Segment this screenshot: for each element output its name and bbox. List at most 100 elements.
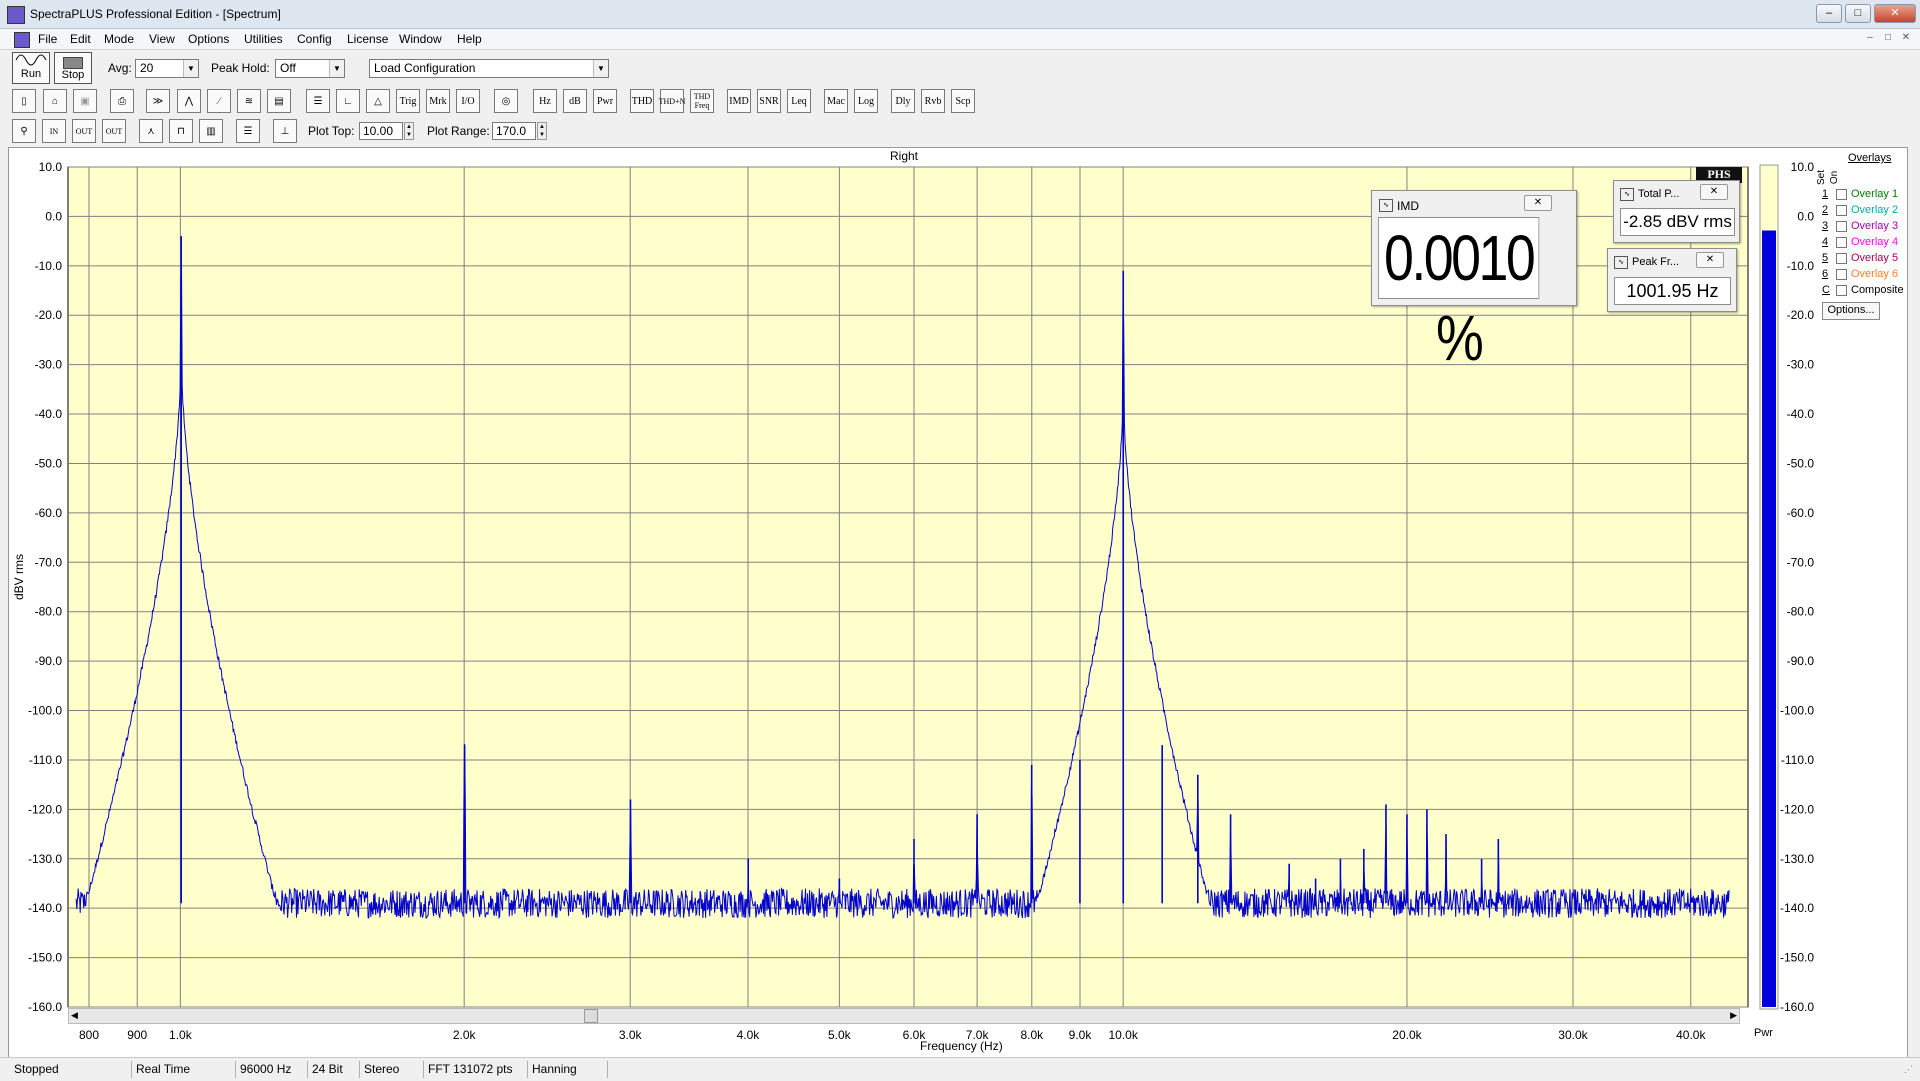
resize-grip-icon[interactable]: ⋰ xyxy=(1904,1064,1913,1075)
total-power-window[interactable]: ∿ Total P... ✕ -2.85 dBV rms xyxy=(1613,180,1740,243)
zoom-out-full-icon[interactable]: OUT xyxy=(102,119,126,143)
overlay-item[interactable]: C Composite xyxy=(1822,284,1904,296)
minimize-button[interactable]: – xyxy=(1816,4,1842,23)
thd-freq-button[interactable]: THD Freq xyxy=(690,89,714,113)
menu-mode[interactable]: Mode xyxy=(104,32,134,46)
avg-select[interactable]: 20 ▼ xyxy=(135,59,199,78)
document-icon[interactable] xyxy=(14,32,30,48)
display-options-icon[interactable]: ☰ xyxy=(236,119,260,143)
overlay-checkbox[interactable] xyxy=(1836,284,1847,296)
overlay-options-button[interactable]: Options... xyxy=(1822,302,1880,320)
overlay-item[interactable]: 3 Overlay 3 xyxy=(1822,220,1898,232)
overlay-item[interactable]: 1 Overlay 1 xyxy=(1822,188,1898,200)
thd-n-button[interactable]: THD+N xyxy=(659,89,685,113)
mdi-minimize-button[interactable]: – xyxy=(1863,32,1877,44)
config-select[interactable]: Load Configuration ▼ xyxy=(369,59,609,78)
stop-button[interactable]: Stop xyxy=(54,52,92,84)
overlay-set-button[interactable]: 3 xyxy=(1822,220,1832,232)
overlay-checkbox[interactable] xyxy=(1836,268,1847,280)
menu-edit[interactable]: Edit xyxy=(70,32,91,46)
overlay-checkbox[interactable] xyxy=(1836,252,1847,264)
peak-frequency-window[interactable]: ∿ Peak Fr... ✕ 1001.95 Hz xyxy=(1607,248,1737,312)
thd-button[interactable]: THD xyxy=(630,89,654,113)
menu-utilities[interactable]: Utilities xyxy=(244,32,283,46)
menu-options[interactable]: Options xyxy=(188,32,229,46)
imd-button[interactable]: IMD xyxy=(727,89,751,113)
mac-button[interactable]: Mac xyxy=(824,89,848,113)
menu-view[interactable]: View xyxy=(149,32,175,46)
overlay-checkbox[interactable] xyxy=(1836,204,1847,216)
horizontal-scrollbar[interactable]: ◀ ▶ xyxy=(68,1008,1740,1024)
overlay-item[interactable]: 2 Overlay 2 xyxy=(1822,204,1898,216)
mrk-button[interactable]: Mrk xyxy=(426,89,450,113)
overlay-checkbox[interactable] xyxy=(1836,220,1847,232)
scroll-left-icon[interactable]: ◀ xyxy=(71,1010,78,1021)
leq-button[interactable]: Leq xyxy=(787,89,811,113)
overlay-item[interactable]: 4 Overlay 4 xyxy=(1822,236,1898,248)
overlay-item[interactable]: 5 Overlay 5 xyxy=(1822,252,1898,264)
mdi-close-button[interactable]: ✕ xyxy=(1899,32,1913,44)
spectrum-icon[interactable]: ⋀ xyxy=(177,89,201,113)
overlays-header: Overlays xyxy=(1848,152,1892,164)
overlay-set-button[interactable]: 1 xyxy=(1822,188,1832,200)
menu-help[interactable]: Help xyxy=(457,32,482,46)
zoom-icon[interactable]: ⚲ xyxy=(12,119,36,143)
close-icon[interactable]: ✕ xyxy=(1524,195,1552,211)
print-icon[interactable]: ⎙ xyxy=(110,89,134,113)
overlay-set-button[interactable]: C xyxy=(1822,284,1832,296)
plot-top-input[interactable]: 10.00 xyxy=(359,122,403,140)
save-icon[interactable]: ▣ xyxy=(73,89,97,113)
overlay-item[interactable]: 6 Overlay 6 xyxy=(1822,268,1898,280)
new-file-icon[interactable]: ▯ xyxy=(12,89,36,113)
run-button[interactable]: Run xyxy=(12,52,50,84)
list-icon[interactable]: ☰ xyxy=(306,89,330,113)
db-button[interactable]: dB xyxy=(563,89,587,113)
3d-surface-icon[interactable]: ▤ xyxy=(267,89,291,113)
scale-icon[interactable]: ⊥ xyxy=(273,119,297,143)
spectrogram-icon[interactable]: ≋ xyxy=(237,89,261,113)
scp-button[interactable]: Scp xyxy=(951,89,975,113)
dly-button[interactable]: Dly xyxy=(891,89,915,113)
menu-config[interactable]: Config xyxy=(297,32,332,46)
trig-button[interactable]: Trig xyxy=(396,89,420,113)
sensitivity-icon[interactable]: △ xyxy=(366,89,390,113)
overlay-set-button[interactable]: 4 xyxy=(1822,236,1832,248)
menu-license[interactable]: License xyxy=(347,32,388,46)
axis-icon[interactable]: ∟ xyxy=(336,89,360,113)
overlay-set-button[interactable]: 2 xyxy=(1822,204,1832,216)
plot-range-spinner[interactable]: ▲ ▼ xyxy=(537,122,547,140)
signal-generator-icon[interactable]: ◎ xyxy=(494,89,518,113)
imd-window[interactable]: ∿ IMD ✕ 0.0010 % xyxy=(1371,190,1577,374)
close-icon[interactable]: ✕ xyxy=(1700,184,1728,200)
plot-top-spinner[interactable]: ▲ ▼ xyxy=(404,122,414,140)
log-button[interactable]: Log xyxy=(854,89,878,113)
zoom-in-2x-icon[interactable]: IN xyxy=(42,119,66,143)
step-graph-icon[interactable]: ⊓ xyxy=(169,119,193,143)
peak-hold-select[interactable]: Off ▼ xyxy=(275,59,345,78)
overlay-set-button[interactable]: 6 xyxy=(1822,268,1832,280)
bar-graph-icon[interactable]: ▥ xyxy=(199,119,223,143)
overlay-set-button[interactable]: 5 xyxy=(1822,252,1832,264)
zoom-out-2x-icon[interactable]: OUT xyxy=(72,119,96,143)
snr-button[interactable]: SNR xyxy=(757,89,781,113)
open-folder-icon[interactable]: ⌂ xyxy=(43,89,67,113)
plot-range-input[interactable]: 170.0 xyxy=(492,122,536,140)
rvb-button[interactable]: Rvb xyxy=(921,89,945,113)
mdi-restore-button[interactable]: □ xyxy=(1881,32,1895,44)
overlay-checkbox[interactable] xyxy=(1836,188,1847,200)
waveform-icon[interactable]: ∕ xyxy=(207,89,231,113)
hz-button[interactable]: Hz xyxy=(533,89,557,113)
maximize-button[interactable]: □ xyxy=(1845,4,1871,23)
pwr-button[interactable]: Pwr xyxy=(593,89,617,113)
scrollbar-thumb[interactable] xyxy=(584,1009,598,1023)
peak-frequency-title: Peak Fr... xyxy=(1632,256,1680,268)
overlay-checkbox[interactable] xyxy=(1836,236,1847,248)
line-graph-icon[interactable]: ⋏ xyxy=(139,119,163,143)
close-icon[interactable]: ✕ xyxy=(1696,252,1724,268)
fast-forward-icon[interactable]: ≫ xyxy=(146,89,170,113)
io-button[interactable]: I/O xyxy=(456,89,480,113)
scroll-right-icon[interactable]: ▶ xyxy=(1730,1010,1737,1021)
menu-window[interactable]: Window xyxy=(399,32,442,46)
menu-file[interactable]: File xyxy=(38,32,57,46)
close-button[interactable]: ✕ xyxy=(1874,4,1916,23)
